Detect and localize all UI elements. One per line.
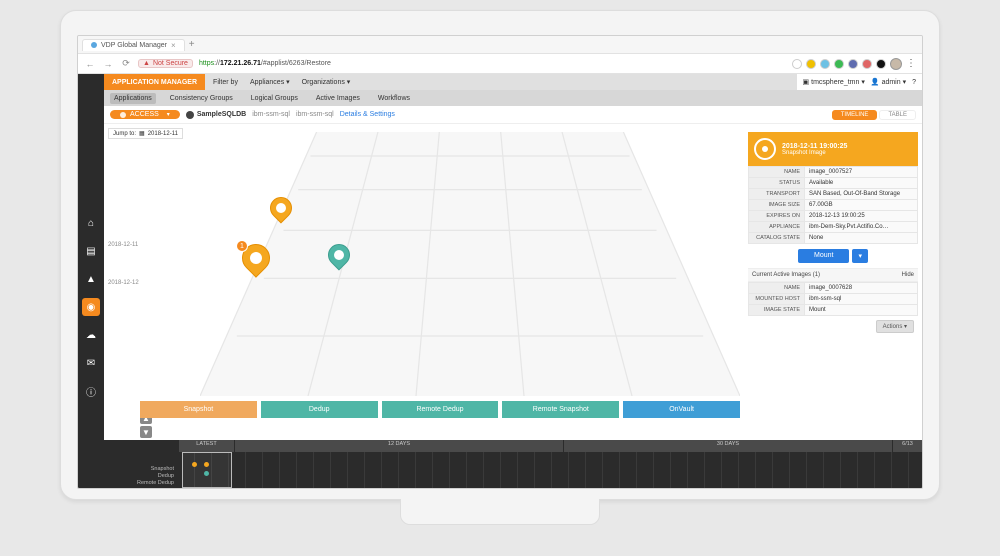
browser-urlbar: ← → ⟳ ▲ Not Secure https://172.21.26.71/… <box>78 54 922 74</box>
ruler-band: 6/13 <box>892 440 922 452</box>
ruler-mark-snapshot <box>192 462 197 467</box>
warning-icon: ▲ <box>143 60 150 67</box>
lane-remote-dedup[interactable]: Remote Dedup <box>382 401 499 418</box>
ruler-row-label: Remote Dedup <box>108 480 174 486</box>
filter-appliances[interactable]: Appliances ▾ <box>250 78 290 86</box>
nav-sla-icon[interactable]: ☁ <box>82 326 100 344</box>
tab-active-images[interactable]: Active Images <box>312 93 364 104</box>
ext-icon[interactable] <box>834 59 844 69</box>
url-text[interactable]: https://172.21.26.71/#applist/6263/Resto… <box>199 60 786 67</box>
date-label: 2018-12-11 <box>108 242 138 248</box>
image-detail-panel: 2018-12-11 19:00:25 Snapshot Image NAMEi… <box>748 132 918 440</box>
tab-favicon <box>91 42 97 48</box>
browser-tabbar: VDP Global Manager × + <box>78 36 922 54</box>
view-timeline[interactable]: TIMELINE <box>832 110 878 120</box>
tenant-dropdown[interactable]: ▣ tmcsphere_tmn ▾ <box>803 78 865 86</box>
detail-properties-table: NAMEimage_0007527 STATUSAvailable TRANSP… <box>748 166 918 244</box>
tab-workflows[interactable]: Workflows <box>374 93 414 104</box>
extension-icons: ⋮ <box>792 58 916 70</box>
browser-tab[interactable]: VDP Global Manager × <box>82 39 185 51</box>
host-breadcrumb: ibm-ssm-sql <box>252 111 290 118</box>
host-breadcrumb: ibm-ssm-sql <box>296 111 334 118</box>
access-pill[interactable]: ACCESS <box>110 110 180 119</box>
filter-organizations[interactable]: Organizations ▾ <box>302 78 351 86</box>
detail-type: Snapshot Image <box>782 150 847 156</box>
db-breadcrumb[interactable]: SampleSQLDB <box>186 111 246 119</box>
ruler-mark-snapshot <box>204 462 209 467</box>
timeline-lanes: 2018-12-11 2018-12-12 <box>140 132 740 440</box>
hide-link[interactable]: Hide <box>902 272 914 278</box>
lane-onvault[interactable]: OnVault <box>623 401 740 418</box>
ruler-mark-dedup <box>204 471 209 476</box>
detail-timestamp: 2018-12-11 19:00:25 <box>782 143 847 150</box>
nav-info-icon[interactable]: ⓘ <box>82 382 100 400</box>
ruler-band: 12 DAYS <box>234 440 563 452</box>
nav-restore-icon[interactable]: ◉ <box>82 298 100 316</box>
subnav-tabs: Applications Consistency Groups Logical … <box>104 90 922 106</box>
forward-button[interactable]: → <box>102 59 114 69</box>
tab-title: VDP Global Manager <box>101 42 167 49</box>
laptop-base <box>400 499 600 525</box>
snapshot-type-icon <box>754 138 776 160</box>
new-tab-button[interactable]: + <box>189 39 195 50</box>
pin-badge: 1 <box>236 240 248 252</box>
breadcrumb-row: ACCESS SampleSQLDB ibm-ssm-sql ibm-ssm-s… <box>104 106 922 124</box>
ext-icon[interactable] <box>848 59 858 69</box>
lane-remote-snapshot[interactable]: Remote Snapshot <box>502 401 619 418</box>
snapshot-pin[interactable] <box>270 197 292 225</box>
ruler-viewport[interactable] <box>182 452 232 488</box>
timeline-ruler[interactable]: Snapshot Dedup Remote Dedup LATEST 12 DA… <box>104 440 922 488</box>
nav-reports-icon[interactable]: ▲ <box>82 270 100 288</box>
snapshot-pin-selected[interactable]: 1 <box>242 244 270 278</box>
ruler-band-latest: LATEST <box>178 440 234 452</box>
close-icon[interactable]: × <box>171 41 176 50</box>
ext-icon[interactable] <box>820 59 830 69</box>
details-link[interactable]: Details & Settings <box>340 111 395 118</box>
left-nav-rail: ⌂ ▤ ▲ ◉ ☁ ✉ ⓘ <box>78 74 104 488</box>
profile-avatar[interactable] <box>890 58 902 70</box>
detail-header: 2018-12-11 19:00:25 Snapshot Image <box>748 132 918 166</box>
nav-db-icon[interactable]: ▤ <box>82 242 100 260</box>
actions-dropdown[interactable]: Actions ▾ <box>876 320 914 333</box>
ruler-band: 30 DAYS <box>563 440 892 452</box>
help-icon[interactable]: ? <box>912 79 916 86</box>
ext-icon[interactable] <box>862 59 872 69</box>
tab-logical-groups[interactable]: Logical Groups <box>247 93 302 104</box>
ruler-row-label: Dedup <box>108 473 174 479</box>
ruler-row-label: Snapshot <box>108 466 174 472</box>
filter-label: Filter by <box>213 79 238 86</box>
scroll-down-button[interactable]: ▼ <box>140 426 152 438</box>
tab-consistency-groups[interactable]: Consistency Groups <box>166 93 237 104</box>
lane-dedup[interactable]: Dedup <box>261 401 378 418</box>
dedup-pin[interactable] <box>328 244 350 272</box>
view-table[interactable]: TABLE <box>879 110 916 120</box>
browser-menu-icon[interactable]: ⋮ <box>906 58 916 69</box>
tab-applications[interactable]: Applications <box>110 93 156 104</box>
active-image-table: NAMEimage_0007628 MOUNTED HOSTibm-ssm-sq… <box>748 282 918 316</box>
nav-home-icon[interactable]: ⌂ <box>82 214 100 232</box>
back-button[interactable]: ← <box>84 59 96 69</box>
insecure-badge[interactable]: ▲ Not Secure <box>138 59 193 68</box>
ext-icon[interactable] <box>876 59 886 69</box>
nav-chat-icon[interactable]: ✉ <box>82 354 100 372</box>
perspective-grid <box>200 132 740 396</box>
date-label: 2018-12-12 <box>108 280 139 286</box>
reload-button[interactable]: ⟳ <box>120 58 132 69</box>
app-header: APPLICATION MANAGER Filter by Appliances… <box>104 74 922 90</box>
mount-dropdown[interactable]: ▾ <box>852 249 868 263</box>
mount-button[interactable]: Mount <box>798 249 849 263</box>
active-images-title: Current Active Images (1) <box>752 272 820 278</box>
ext-icon[interactable] <box>792 59 802 69</box>
ext-icon[interactable] <box>806 59 816 69</box>
lane-snapshot[interactable]: Snapshot <box>140 401 257 418</box>
user-dropdown[interactable]: 👤 admin ▾ <box>871 78 906 86</box>
app-title: APPLICATION MANAGER <box>104 74 205 90</box>
